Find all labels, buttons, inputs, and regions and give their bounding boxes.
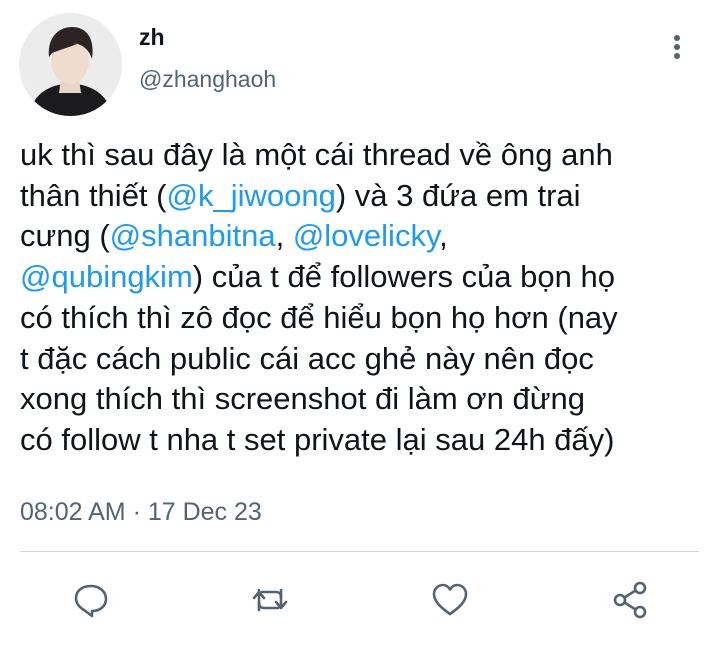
retweet-icon <box>252 588 288 612</box>
avatar[interactable] <box>19 13 122 116</box>
divider <box>20 551 699 552</box>
retweet-button[interactable] <box>248 578 292 622</box>
tweet-text-segment: cưng ( <box>20 218 110 254</box>
tweet-line: xong thích thì screenshot đi làm ơn đừng <box>20 379 712 420</box>
tweet-text-segment: có thích thì zô đọc để hiểu bọn họ hơn (… <box>20 299 618 335</box>
mention-link[interactable]: @k_jiwoong <box>166 178 335 213</box>
more-options-icon[interactable] <box>664 32 690 62</box>
tweet-text: uk thì sau đây là một cái thread về ông … <box>20 135 712 461</box>
tweet-line: uk thì sau đây là một cái thread về ông … <box>20 135 712 176</box>
reply-icon <box>74 584 108 618</box>
tweet-text-segment: ) và 3 đứa em trai <box>335 177 581 213</box>
display-name[interactable]: zh <box>139 24 165 51</box>
tweet-text-segment: có follow t nha t set private lại sau 24… <box>20 421 615 457</box>
tweet-timestamp[interactable]: 08:02 AM · 17 Dec 23 <box>20 498 262 527</box>
tweet-text-segment: t đặc cách public cái acc ghẻ này nên đọ… <box>20 340 594 376</box>
user-handle[interactable]: @zhanghaoh <box>139 66 276 93</box>
tweet-line: có thích thì zô đọc để hiểu bọn họ hơn (… <box>20 298 712 339</box>
like-icon <box>432 583 468 616</box>
tweet-line: t đặc cách public cái acc ghẻ này nên đọ… <box>20 339 712 380</box>
tweet-line: thân thiết (@k_jiwoong) và 3 đứa em trai <box>20 176 712 217</box>
tweet-line: @qubingkim) của t để followers của bọn h… <box>20 257 712 298</box>
tweet-text-segment: thân thiết ( <box>20 177 167 213</box>
tweet-text-segment: uk thì sau đây là một cái thread về ông … <box>20 137 613 172</box>
tweet-line: có follow t nha t set private lại sau 24… <box>20 420 712 461</box>
mention-link[interactable]: @shanbitna <box>110 218 276 253</box>
share-button[interactable] <box>608 578 652 622</box>
share-icon <box>613 581 647 619</box>
tweet-text-segment: , <box>439 218 448 254</box>
tweet-text-segment: ) của t để followers của bọn họ <box>192 259 615 295</box>
tweet-text-segment: , <box>275 218 293 254</box>
mention-link[interactable]: @qubingkim <box>20 259 193 294</box>
reply-button[interactable] <box>69 578 113 622</box>
like-button[interactable] <box>428 578 472 622</box>
tweet-line: cưng (@shanbitna, @lovelicky, <box>20 216 712 257</box>
tweet-text-segment: xong thích thì screenshot đi làm ơn đừng <box>20 381 585 417</box>
mention-link[interactable]: @lovelicky <box>293 218 439 253</box>
